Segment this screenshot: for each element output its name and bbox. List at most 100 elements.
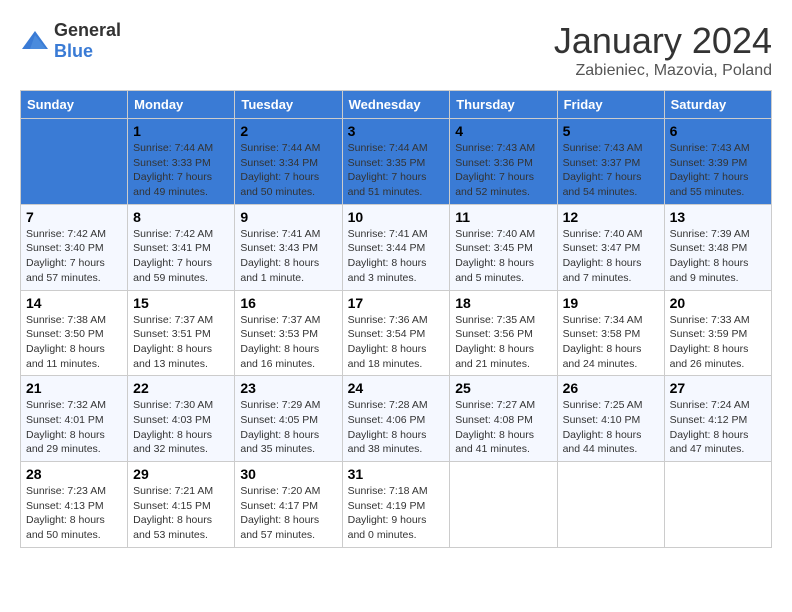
sunset-text: Sunset: 4:08 PM	[455, 414, 533, 426]
table-cell: 4 Sunrise: 7:43 AM Sunset: 3:36 PM Dayli…	[450, 119, 557, 205]
cell-info: Sunrise: 7:40 AM Sunset: 3:47 PM Dayligh…	[563, 227, 659, 286]
table-cell: 24 Sunrise: 7:28 AM Sunset: 4:06 PM Dayl…	[342, 376, 450, 462]
table-cell: 11 Sunrise: 7:40 AM Sunset: 3:45 PM Dayl…	[450, 204, 557, 290]
table-cell	[21, 119, 128, 205]
sunset-text: Sunset: 3:39 PM	[670, 157, 748, 169]
week-row-4: 21 Sunrise: 7:32 AM Sunset: 4:01 PM Dayl…	[21, 376, 772, 462]
daylight-text: Daylight: 8 hours and 5 minutes.	[455, 257, 534, 284]
sunset-text: Sunset: 4:12 PM	[670, 414, 748, 426]
daylight-text: Daylight: 7 hours and 49 minutes.	[133, 171, 212, 198]
table-cell: 12 Sunrise: 7:40 AM Sunset: 3:47 PM Dayl…	[557, 204, 664, 290]
table-cell	[450, 462, 557, 548]
sunset-text: Sunset: 3:48 PM	[670, 242, 748, 254]
table-cell: 3 Sunrise: 7:44 AM Sunset: 3:35 PM Dayli…	[342, 119, 450, 205]
table-cell: 27 Sunrise: 7:24 AM Sunset: 4:12 PM Dayl…	[664, 376, 771, 462]
table-cell	[664, 462, 771, 548]
cell-info: Sunrise: 7:25 AM Sunset: 4:10 PM Dayligh…	[563, 398, 659, 457]
daylight-text: Daylight: 7 hours and 54 minutes.	[563, 171, 642, 198]
daylight-text: Daylight: 8 hours and 53 minutes.	[133, 514, 212, 541]
sunset-text: Sunset: 3:59 PM	[670, 328, 748, 340]
week-row-1: 1 Sunrise: 7:44 AM Sunset: 3:33 PM Dayli…	[21, 119, 772, 205]
sunrise-text: Sunrise: 7:23 AM	[26, 485, 106, 497]
date-number: 26	[563, 380, 659, 396]
cell-info: Sunrise: 7:33 AM Sunset: 3:59 PM Dayligh…	[670, 313, 766, 372]
table-cell: 14 Sunrise: 7:38 AM Sunset: 3:50 PM Dayl…	[21, 290, 128, 376]
table-cell: 29 Sunrise: 7:21 AM Sunset: 4:15 PM Dayl…	[128, 462, 235, 548]
sunset-text: Sunset: 3:34 PM	[240, 157, 318, 169]
table-cell: 9 Sunrise: 7:41 AM Sunset: 3:43 PM Dayli…	[235, 204, 342, 290]
date-number: 18	[455, 295, 551, 311]
cell-info: Sunrise: 7:21 AM Sunset: 4:15 PM Dayligh…	[133, 484, 229, 543]
title-section: January 2024 Zabieniec, Mazovia, Poland	[554, 20, 772, 80]
date-number: 13	[670, 209, 766, 225]
daylight-text: Daylight: 8 hours and 44 minutes.	[563, 429, 642, 456]
table-cell: 23 Sunrise: 7:29 AM Sunset: 4:05 PM Dayl…	[235, 376, 342, 462]
cell-info: Sunrise: 7:32 AM Sunset: 4:01 PM Dayligh…	[26, 398, 122, 457]
cell-info: Sunrise: 7:40 AM Sunset: 3:45 PM Dayligh…	[455, 227, 551, 286]
cell-info: Sunrise: 7:30 AM Sunset: 4:03 PM Dayligh…	[133, 398, 229, 457]
sunset-text: Sunset: 3:41 PM	[133, 242, 211, 254]
table-cell: 18 Sunrise: 7:35 AM Sunset: 3:56 PM Dayl…	[450, 290, 557, 376]
cell-info: Sunrise: 7:28 AM Sunset: 4:06 PM Dayligh…	[348, 398, 445, 457]
sunset-text: Sunset: 4:06 PM	[348, 414, 426, 426]
sunset-text: Sunset: 3:53 PM	[240, 328, 318, 340]
sunrise-text: Sunrise: 7:40 AM	[563, 228, 643, 240]
week-row-5: 28 Sunrise: 7:23 AM Sunset: 4:13 PM Dayl…	[21, 462, 772, 548]
daylight-text: Daylight: 8 hours and 38 minutes.	[348, 429, 427, 456]
daylight-text: Daylight: 8 hours and 57 minutes.	[240, 514, 319, 541]
sunrise-text: Sunrise: 7:44 AM	[240, 142, 320, 154]
table-cell: 22 Sunrise: 7:30 AM Sunset: 4:03 PM Dayl…	[128, 376, 235, 462]
sunset-text: Sunset: 3:37 PM	[563, 157, 641, 169]
sunrise-text: Sunrise: 7:41 AM	[240, 228, 320, 240]
date-number: 31	[348, 466, 445, 482]
date-number: 21	[26, 380, 122, 396]
table-cell: 26 Sunrise: 7:25 AM Sunset: 4:10 PM Dayl…	[557, 376, 664, 462]
cell-info: Sunrise: 7:24 AM Sunset: 4:12 PM Dayligh…	[670, 398, 766, 457]
calendar-title: January 2024	[554, 20, 772, 62]
cell-info: Sunrise: 7:36 AM Sunset: 3:54 PM Dayligh…	[348, 313, 445, 372]
date-number: 29	[133, 466, 229, 482]
daylight-text: Daylight: 8 hours and 3 minutes.	[348, 257, 427, 284]
sunset-text: Sunset: 3:43 PM	[240, 242, 318, 254]
date-number: 17	[348, 295, 445, 311]
sunrise-text: Sunrise: 7:43 AM	[670, 142, 750, 154]
cell-info: Sunrise: 7:39 AM Sunset: 3:48 PM Dayligh…	[670, 227, 766, 286]
date-number: 22	[133, 380, 229, 396]
cell-info: Sunrise: 7:27 AM Sunset: 4:08 PM Dayligh…	[455, 398, 551, 457]
cell-info: Sunrise: 7:41 AM Sunset: 3:43 PM Dayligh…	[240, 227, 336, 286]
date-number: 4	[455, 123, 551, 139]
sunrise-text: Sunrise: 7:40 AM	[455, 228, 535, 240]
cell-info: Sunrise: 7:37 AM Sunset: 3:53 PM Dayligh…	[240, 313, 336, 372]
sunset-text: Sunset: 4:19 PM	[348, 500, 426, 512]
daylight-text: Daylight: 9 hours and 0 minutes.	[348, 514, 427, 541]
table-cell: 30 Sunrise: 7:20 AM Sunset: 4:17 PM Dayl…	[235, 462, 342, 548]
date-number: 20	[670, 295, 766, 311]
sunset-text: Sunset: 3:54 PM	[348, 328, 426, 340]
date-number: 30	[240, 466, 336, 482]
table-cell: 10 Sunrise: 7:41 AM Sunset: 3:44 PM Dayl…	[342, 204, 450, 290]
cell-info: Sunrise: 7:43 AM Sunset: 3:36 PM Dayligh…	[455, 141, 551, 200]
date-number: 1	[133, 123, 229, 139]
table-cell: 16 Sunrise: 7:37 AM Sunset: 3:53 PM Dayl…	[235, 290, 342, 376]
col-thursday: Thursday	[450, 91, 557, 119]
table-cell: 17 Sunrise: 7:36 AM Sunset: 3:54 PM Dayl…	[342, 290, 450, 376]
sunset-text: Sunset: 3:44 PM	[348, 242, 426, 254]
daylight-text: Daylight: 7 hours and 51 minutes.	[348, 171, 427, 198]
sunset-text: Sunset: 3:33 PM	[133, 157, 211, 169]
sunrise-text: Sunrise: 7:33 AM	[670, 314, 750, 326]
sunrise-text: Sunrise: 7:42 AM	[133, 228, 213, 240]
sunset-text: Sunset: 3:51 PM	[133, 328, 211, 340]
col-sunday: Sunday	[21, 91, 128, 119]
sunset-text: Sunset: 4:05 PM	[240, 414, 318, 426]
sunset-text: Sunset: 4:01 PM	[26, 414, 104, 426]
daylight-text: Daylight: 8 hours and 18 minutes.	[348, 343, 427, 370]
sunrise-text: Sunrise: 7:30 AM	[133, 399, 213, 411]
sunrise-text: Sunrise: 7:34 AM	[563, 314, 643, 326]
daylight-text: Daylight: 8 hours and 50 minutes.	[26, 514, 105, 541]
daylight-text: Daylight: 8 hours and 21 minutes.	[455, 343, 534, 370]
daylight-text: Daylight: 7 hours and 57 minutes.	[26, 257, 105, 284]
table-cell: 19 Sunrise: 7:34 AM Sunset: 3:58 PM Dayl…	[557, 290, 664, 376]
cell-info: Sunrise: 7:44 AM Sunset: 3:35 PM Dayligh…	[348, 141, 445, 200]
logo-icon	[20, 29, 50, 53]
sunrise-text: Sunrise: 7:18 AM	[348, 485, 428, 497]
